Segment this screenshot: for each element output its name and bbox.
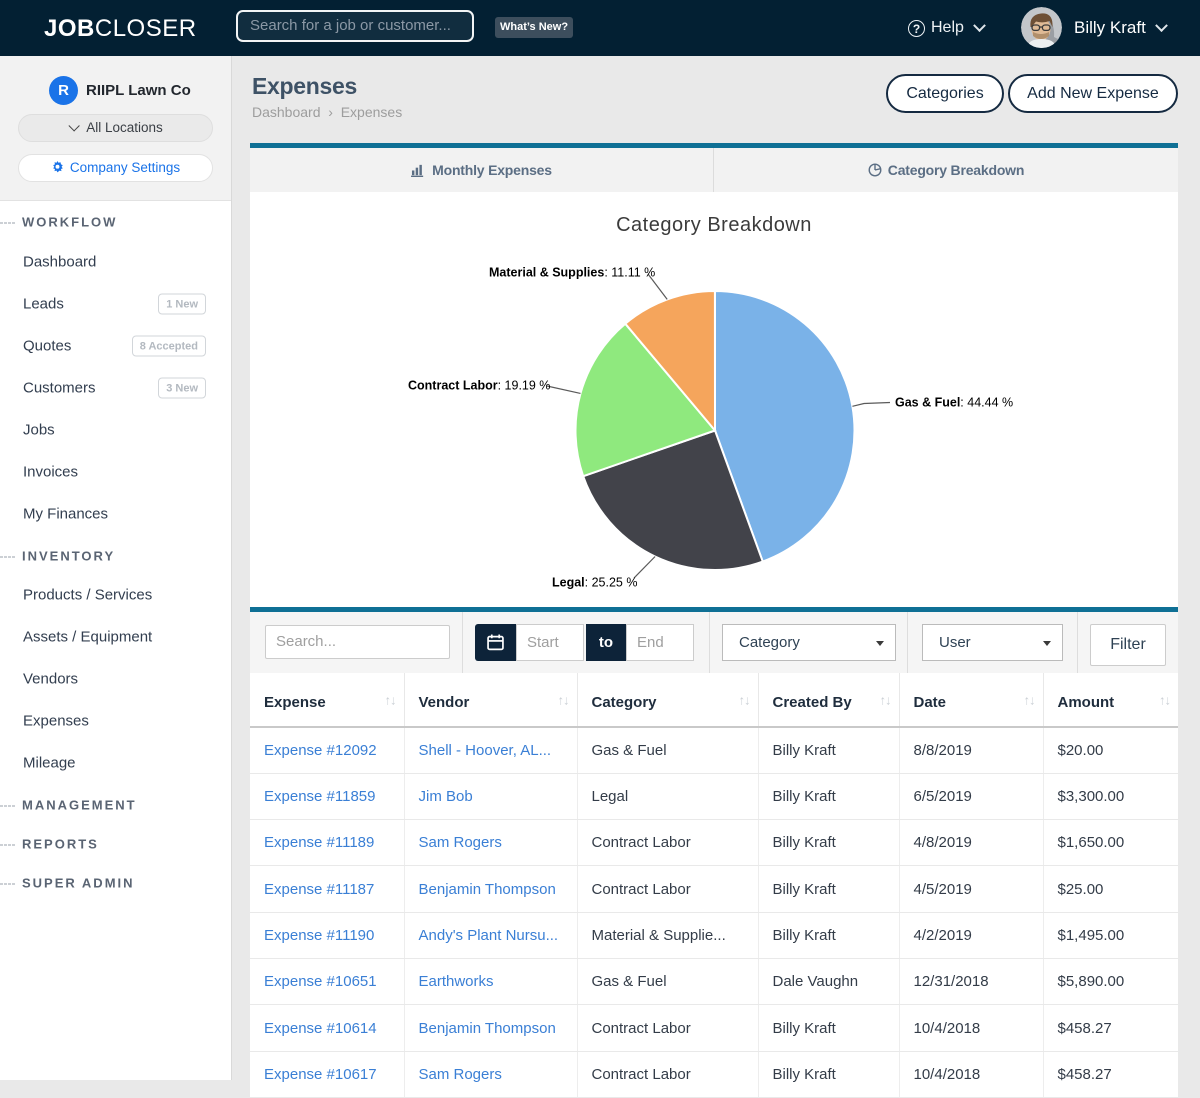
svg-text:Material & Supplies: 11.11 %: Material & Supplies: 11.11 % bbox=[489, 266, 655, 280]
svg-text:Gas & Fuel: 44.44 %: Gas & Fuel: 44.44 % bbox=[895, 396, 1013, 410]
svg-text:Contract Labor: 19.19 %: Contract Labor: 19.19 % bbox=[408, 379, 550, 393]
svg-text:Legal: 25.25 %: Legal: 25.25 % bbox=[552, 576, 637, 590]
